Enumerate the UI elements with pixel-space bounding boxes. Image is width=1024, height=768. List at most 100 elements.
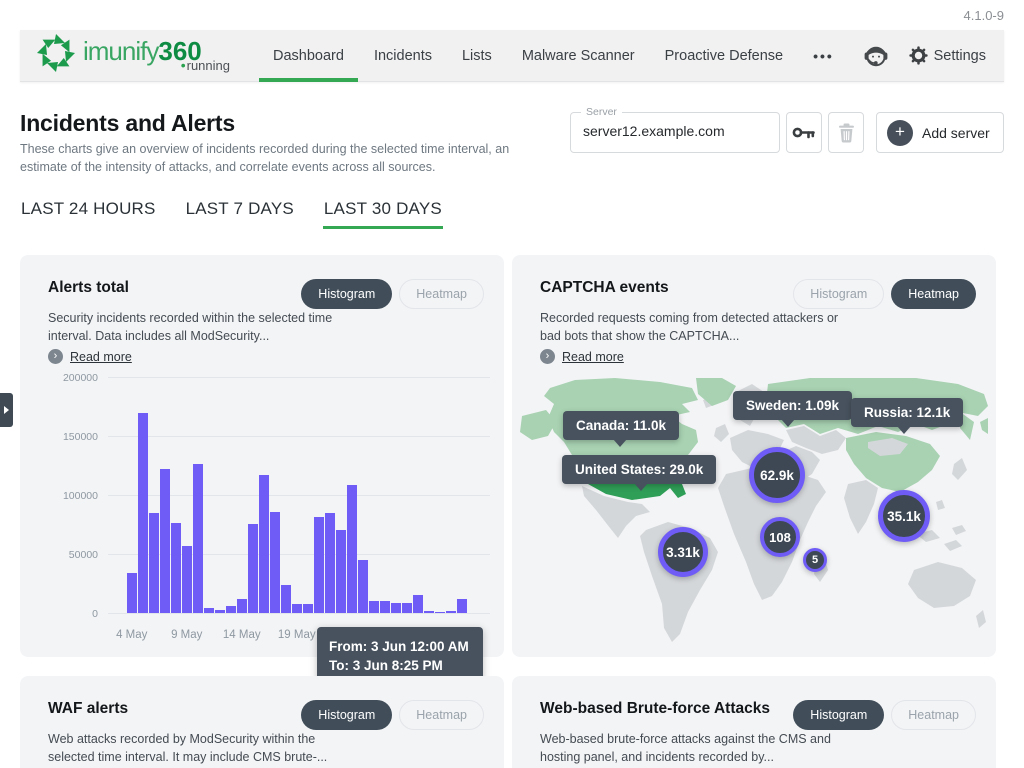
- histogram-bar[interactable]: [457, 599, 467, 613]
- map-country-tooltip: Sweden: 1.09k: [733, 391, 852, 420]
- card-description: Web attacks recorded by ModSecurity with…: [48, 730, 360, 766]
- x-axis-label: 9 May: [157, 629, 217, 641]
- histogram-toggle[interactable]: Histogram: [793, 700, 884, 730]
- country-japan: [952, 458, 967, 480]
- tooltip-pointer: [634, 483, 648, 491]
- histogram-bar[interactable]: [138, 413, 148, 613]
- histogram-bar[interactable]: [270, 512, 280, 613]
- histogram-bar[interactable]: [413, 595, 423, 613]
- country-new-zealand: [976, 610, 986, 628]
- histogram-bar[interactable]: [292, 604, 302, 613]
- country-uk: [714, 424, 729, 442]
- read-more-link[interactable]: › Read more: [48, 349, 132, 364]
- map-bubble[interactable]: 35.1k: [878, 490, 930, 542]
- server-panel: Server + Add server: [570, 112, 1004, 153]
- histogram-bar[interactable]: [160, 469, 170, 613]
- server-key-button[interactable]: [786, 112, 822, 153]
- navbar: imunify360 •running Dashboard Incidents …: [20, 30, 1004, 82]
- heatmap-toggle[interactable]: Heatmap: [891, 700, 976, 730]
- key-icon: [792, 125, 816, 140]
- server-input[interactable]: [583, 123, 768, 139]
- app-version: 4.1.0-9: [964, 8, 1004, 23]
- card-title: WAF alerts: [48, 700, 128, 718]
- add-server-button[interactable]: + Add server: [876, 112, 1004, 153]
- card-title: Web-based Brute-force Attacks: [540, 700, 770, 718]
- heatmap-toggle[interactable]: Heatmap: [891, 279, 976, 309]
- histogram-bar[interactable]: [424, 611, 434, 613]
- card-captcha-events: CAPTCHA events Histogram Heatmap Recorde…: [512, 255, 996, 657]
- histogram-bar[interactable]: [380, 601, 390, 613]
- x-axis-label: 4 May: [102, 629, 162, 641]
- histogram-bar[interactable]: [204, 608, 214, 613]
- card-description: Web-based brute-force attacks against th…: [540, 730, 852, 766]
- nav-item-malware-scanner[interactable]: Malware Scanner: [507, 30, 650, 82]
- country-india: [844, 480, 878, 534]
- map-bubble[interactable]: 5: [803, 548, 827, 572]
- histogram-bar[interactable]: [446, 611, 456, 613]
- card-description: Security incidents recorded within the s…: [48, 309, 360, 345]
- histogram-toggle[interactable]: Histogram: [301, 700, 392, 730]
- histogram-bar[interactable]: [226, 606, 236, 613]
- map-country-tooltip: United States: 29.0k: [562, 455, 716, 484]
- gear-icon: [909, 46, 928, 65]
- card-bruteforce-attacks: Web-based Brute-force Attacks Histogram …: [512, 676, 996, 768]
- captcha-world-map: 62.9k35.1k3.31k1085Canada: 11.0kUnited S…: [520, 378, 988, 652]
- histogram-bar[interactable]: [369, 601, 379, 613]
- imunify360-logo[interactable]: imunify360 •running: [34, 30, 230, 82]
- read-more-link[interactable]: › Read more: [540, 349, 624, 364]
- histogram-bar[interactable]: [303, 604, 313, 613]
- server-select[interactable]: Server: [570, 112, 780, 153]
- histogram-bar[interactable]: [259, 475, 269, 613]
- time-range-tabs: LAST 24 HOURS LAST 7 DAYS LAST 30 DAYS: [20, 199, 443, 229]
- server-field-label: Server: [581, 106, 622, 118]
- tooltip-pointer: [897, 426, 911, 434]
- map-country-tooltip: Russia: 12.1k: [851, 398, 963, 427]
- tab-last-7-days[interactable]: LAST 7 DAYS: [185, 199, 295, 229]
- tab-last-30-days[interactable]: LAST 30 DAYS: [323, 199, 443, 229]
- histogram-bar[interactable]: [314, 517, 324, 613]
- histogram-bar[interactable]: [193, 464, 203, 613]
- map-bubble[interactable]: 3.31k: [658, 527, 708, 577]
- alerts-histogram-plot: [108, 377, 490, 613]
- histogram-bar[interactable]: [149, 513, 159, 613]
- settings-label: Settings: [934, 48, 986, 64]
- nav-item-incidents[interactable]: Incidents: [359, 30, 447, 82]
- nav-items: Dashboard Incidents Lists Malware Scanne…: [258, 30, 849, 82]
- support-agent-icon[interactable]: [861, 41, 891, 71]
- histogram-bar[interactable]: [325, 513, 335, 613]
- map-bubble[interactable]: 62.9k: [749, 447, 805, 503]
- histogram-toggle[interactable]: Histogram: [301, 279, 392, 309]
- heatmap-toggle[interactable]: Heatmap: [399, 279, 484, 309]
- nav-more-menu[interactable]: •••: [798, 30, 849, 82]
- histogram-bar[interactable]: [127, 573, 137, 613]
- histogram-bar[interactable]: [402, 603, 412, 613]
- histogram-bar[interactable]: [347, 485, 357, 613]
- country-greenland: [696, 378, 736, 406]
- heatmap-toggle[interactable]: Heatmap: [399, 700, 484, 730]
- histogram-bar[interactable]: [237, 599, 247, 613]
- server-delete-button[interactable]: [828, 112, 864, 153]
- nav-item-lists[interactable]: Lists: [447, 30, 507, 82]
- histogram-bar[interactable]: [435, 612, 445, 613]
- nav-item-proactive-defense[interactable]: Proactive Defense: [650, 30, 798, 82]
- tooltip-pointer: [781, 419, 795, 427]
- card-alerts-total: Alerts total Histogram Heatmap Security …: [20, 255, 504, 657]
- histogram-bar[interactable]: [336, 530, 346, 613]
- histogram-bar[interactable]: [182, 546, 192, 613]
- chevron-circle-icon: ›: [540, 349, 555, 364]
- tab-last-24-hours[interactable]: LAST 24 HOURS: [20, 199, 157, 229]
- alerts-histogram: 050000100000150000200000 4 May9 May14 Ma…: [20, 377, 504, 657]
- histogram-bar[interactable]: [391, 603, 401, 613]
- histogram-toggle[interactable]: Histogram: [793, 279, 884, 309]
- settings-button[interactable]: Settings: [909, 46, 986, 65]
- trash-icon: [838, 123, 855, 143]
- histogram-bar[interactable]: [358, 560, 368, 613]
- map-bubble[interactable]: 108: [760, 517, 800, 557]
- histogram-bar[interactable]: [281, 585, 291, 613]
- histogram-bar[interactable]: [248, 524, 258, 613]
- sidebar-expander[interactable]: [0, 393, 13, 427]
- histogram-bar[interactable]: [171, 523, 181, 613]
- histogram-bar[interactable]: [215, 610, 225, 613]
- nav-item-dashboard[interactable]: Dashboard: [258, 30, 359, 82]
- y-axis-label: 100000: [20, 490, 98, 502]
